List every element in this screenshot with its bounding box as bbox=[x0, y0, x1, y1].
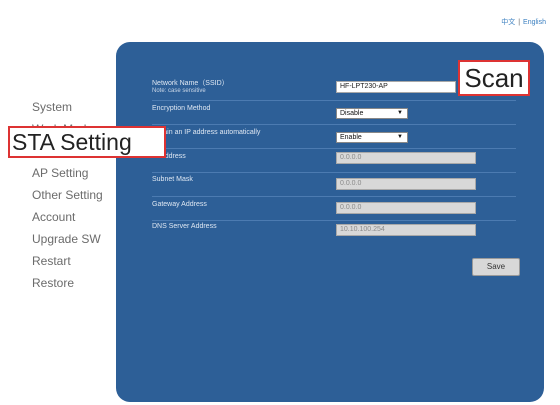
caret-down-icon: ▼ bbox=[397, 110, 403, 116]
dhcp-select-value: Enable bbox=[340, 134, 362, 141]
sidebar-item-upgrade-sw[interactable]: Upgrade SW bbox=[32, 228, 122, 250]
gateway-row: Gateway Address 0.0.0.0 bbox=[152, 198, 516, 221]
sidebar-item-other-setting[interactable]: Other Setting bbox=[32, 184, 122, 206]
caret-down-icon: ▼ bbox=[397, 134, 403, 140]
lang-separator: | bbox=[518, 19, 521, 26]
ssid-label: Network Name（SSID） bbox=[152, 80, 229, 87]
dhcp-select[interactable]: Enable ▼ bbox=[336, 132, 408, 143]
mask-row: Subnet Mask 0.0.0.0 bbox=[152, 174, 516, 197]
ssid-input[interactable]: HF-LPT230-AP bbox=[336, 81, 456, 93]
gateway-label: Gateway Address bbox=[152, 201, 207, 208]
ip-row: IP Address 0.0.0.0 bbox=[152, 150, 516, 173]
encryption-row: Encryption Method Disable ▼ bbox=[152, 102, 516, 125]
ip-address-input[interactable]: 0.0.0.0 bbox=[336, 152, 476, 164]
save-button[interactable]: Save bbox=[472, 258, 520, 276]
sidebar-item-account[interactable]: Account bbox=[32, 206, 122, 228]
language-switch: 中文 | English bbox=[501, 17, 546, 27]
encryption-select[interactable]: Disable ▼ bbox=[336, 108, 408, 119]
dns-input[interactable]: 10.10.100.254 bbox=[336, 224, 476, 236]
sidebar-item-ap-setting[interactable]: AP Setting bbox=[32, 162, 122, 184]
subnet-mask-input[interactable]: 0.0.0.0 bbox=[336, 178, 476, 190]
sidebar-item-sta-setting[interactable]: STA Setting bbox=[8, 126, 166, 158]
mask-label: Subnet Mask bbox=[152, 176, 193, 183]
lang-english-link[interactable]: English bbox=[523, 19, 546, 26]
sidebar-item-system[interactable]: System bbox=[32, 96, 122, 118]
dns-label: DNS Server Address bbox=[152, 223, 217, 230]
lang-chinese-link[interactable]: 中文 bbox=[501, 19, 515, 26]
encryption-label: Encryption Method bbox=[152, 105, 211, 112]
gateway-input[interactable]: 0.0.0.0 bbox=[336, 202, 476, 214]
scan-button[interactable]: Scan bbox=[458, 60, 530, 96]
dhcp-row: Obtain an IP address automatically Enabl… bbox=[152, 126, 516, 149]
encryption-select-value: Disable bbox=[340, 110, 364, 117]
sidebar-item-restore[interactable]: Restore bbox=[32, 272, 122, 294]
sidebar-item-restart[interactable]: Restart bbox=[32, 250, 122, 272]
sta-settings-panel: Network Name（SSID） Note: case sensitive … bbox=[116, 42, 544, 402]
dns-row: DNS Server Address 10.10.100.254 bbox=[152, 220, 516, 240]
dhcp-label: Obtain an IP address automatically bbox=[152, 129, 261, 136]
ssid-note: Note: case sensitive bbox=[152, 88, 206, 94]
